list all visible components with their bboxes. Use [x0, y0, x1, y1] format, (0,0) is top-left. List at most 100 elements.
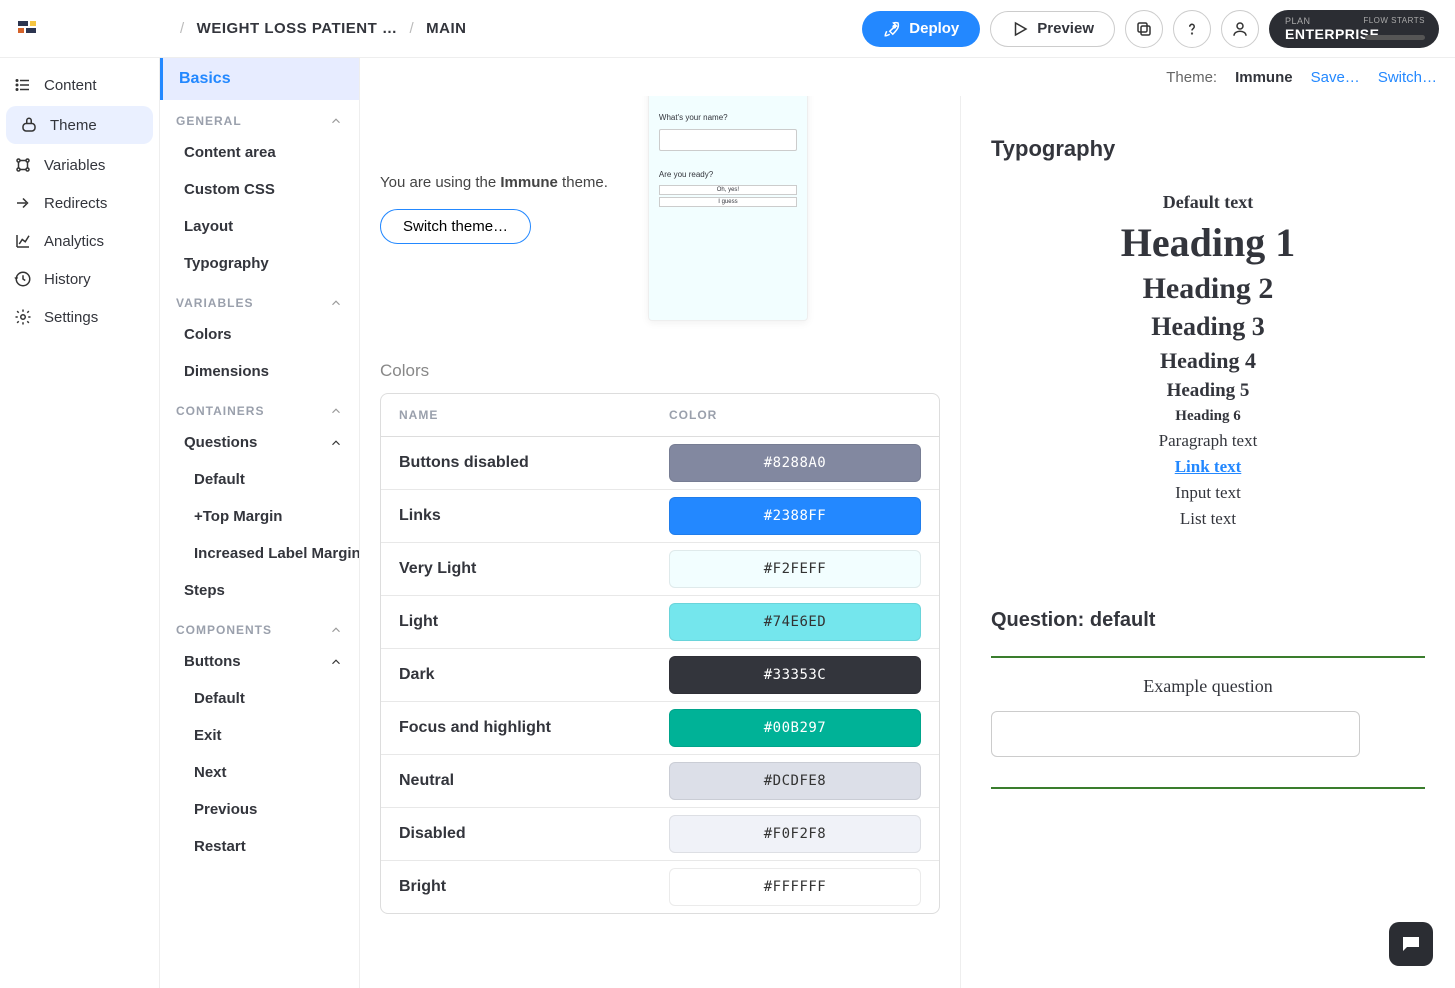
subnav-layout[interactable]: Layout [160, 208, 359, 245]
color-swatch[interactable]: #DCDFE8 [669, 762, 921, 800]
subnav-section-components[interactable]: COMPONENTS [160, 609, 359, 643]
plan-pill[interactable]: PLAN ENTERPRISE FLOW STARTS [1269, 10, 1439, 48]
question-input[interactable] [991, 711, 1360, 757]
color-swatch[interactable]: #8288A0 [669, 444, 921, 482]
breadcrumb-branch[interactable]: MAIN [426, 20, 466, 37]
color-swatch[interactable]: #F2FEFF [669, 550, 921, 588]
breadcrumb-sep: / [409, 20, 414, 37]
subnav-questions-labelmargin[interactable]: Increased Label Margin [160, 535, 359, 572]
breadcrumb-sep: / [180, 20, 185, 37]
color-swatch[interactable]: #F0F2F8 [669, 815, 921, 853]
subnav-typography[interactable]: Typography [160, 245, 359, 282]
color-swatch[interactable]: #2388FF [669, 497, 921, 535]
color-swatch[interactable]: #00B297 [669, 709, 921, 747]
question-label: Example question [991, 676, 1425, 697]
subnav-section-containers[interactable]: CONTAINERS [160, 390, 359, 424]
typo-input: Input text [991, 483, 1425, 503]
colors-table: NAME COLOR Buttons disabled #8288A0Links… [380, 393, 940, 914]
subnav-section-variables[interactable]: VARIABLES [160, 282, 359, 316]
subnav-buttons[interactable]: Buttons [160, 643, 359, 680]
section-label: GENERAL [176, 114, 242, 128]
list-icon [14, 76, 32, 94]
typo-link[interactable]: Link text [991, 457, 1425, 477]
color-row[interactable]: Very Light #F2FEFF [381, 543, 939, 596]
gear-icon [14, 308, 32, 326]
typo-h6: Heading 6 [991, 408, 1425, 425]
color-row[interactable]: Neutral #DCDFE8 [381, 755, 939, 808]
subnav-section-general[interactable]: GENERAL [160, 100, 359, 134]
theme-switch[interactable]: Switch… [1378, 69, 1437, 86]
app-logo[interactable] [16, 17, 40, 41]
color-row[interactable]: Buttons disabled #8288A0 [381, 437, 939, 490]
chat-icon [1399, 932, 1423, 956]
color-row[interactable]: Light #74E6ED [381, 596, 939, 649]
color-swatch[interactable]: #74E6ED [669, 603, 921, 641]
breadcrumb-project[interactable]: WEIGHT LOSS PATIENT … [197, 20, 398, 37]
subnav-buttons-default[interactable]: Default [160, 680, 359, 717]
color-row[interactable]: Links #2388FF [381, 490, 939, 543]
theme-name: Immune [1235, 69, 1293, 86]
subnav-colors[interactable]: Colors [160, 316, 359, 353]
subnav-buttons-exit[interactable]: Exit [160, 717, 359, 754]
rocket-icon [883, 20, 901, 38]
nav-redirects[interactable]: Redirects [0, 184, 159, 222]
color-name: Neutral [399, 772, 669, 790]
deploy-label: Deploy [909, 20, 959, 37]
nav-label: Redirects [44, 195, 107, 212]
theme-save[interactable]: Save… [1311, 69, 1360, 86]
subnav-questions[interactable]: Questions [160, 424, 359, 461]
nav-label: Theme [50, 117, 97, 134]
chat-widget[interactable] [1389, 922, 1433, 966]
preview-button[interactable]: Preview [990, 11, 1115, 47]
color-row[interactable]: Disabled #F0F2F8 [381, 808, 939, 861]
nav-theme[interactable]: Theme [6, 106, 153, 144]
copy-button[interactable] [1125, 10, 1163, 48]
preview-text: Are you ready? [659, 169, 797, 180]
nav-variables[interactable]: Variables [0, 146, 159, 184]
nav-settings[interactable]: Settings [0, 298, 159, 336]
nav-analytics[interactable]: Analytics [0, 222, 159, 260]
breadcrumb: / WEIGHT LOSS PATIENT … / MAIN [180, 20, 466, 37]
right-column: Typography Default text Heading 1 Headin… [960, 96, 1455, 988]
theme-subnav: Basics GENERAL Content area Custom CSS L… [160, 58, 360, 988]
subnav-basics[interactable]: Basics [160, 58, 359, 100]
color-swatch[interactable]: #33353C [669, 656, 921, 694]
deploy-button[interactable]: Deploy [862, 11, 980, 47]
typo-h3: Heading 3 [991, 312, 1425, 342]
chevron-up-icon [329, 404, 343, 418]
help-button[interactable] [1173, 10, 1211, 48]
color-row[interactable]: Focus and highlight #00B297 [381, 702, 939, 755]
nav-history[interactable]: History [0, 260, 159, 298]
subnav-questions-topmargin[interactable]: +Top Margin [160, 498, 359, 535]
preview-label: Preview [1037, 20, 1094, 37]
subnav-dimensions[interactable]: Dimensions [160, 353, 359, 390]
color-row[interactable]: Dark #33353C [381, 649, 939, 702]
subnav-content-area[interactable]: Content area [160, 134, 359, 171]
switch-theme-button[interactable]: Switch theme… [380, 209, 531, 244]
typo-list: List text [991, 509, 1425, 529]
color-swatch[interactable]: #FFFFFF [669, 868, 921, 906]
typo-h5: Heading 5 [991, 380, 1425, 402]
color-row[interactable]: Bright #FFFFFF [381, 861, 939, 913]
color-name: Dark [399, 666, 669, 684]
chevron-up-icon [329, 296, 343, 310]
color-name: Light [399, 613, 669, 631]
chevron-up-icon [329, 655, 343, 669]
color-name: Bright [399, 878, 669, 896]
history-icon [14, 270, 32, 288]
subnav-buttons-previous[interactable]: Previous [160, 791, 359, 828]
top-bar: / WEIGHT LOSS PATIENT … / MAIN Deploy Pr… [0, 0, 1455, 58]
typo-h4: Heading 4 [991, 348, 1425, 374]
subnav-custom-css[interactable]: Custom CSS [160, 171, 359, 208]
subnav-steps[interactable]: Steps [160, 572, 359, 609]
variables-icon [14, 156, 32, 174]
subnav-buttons-restart[interactable]: Restart [160, 828, 359, 865]
account-button[interactable] [1221, 10, 1259, 48]
subnav-buttons-next[interactable]: Next [160, 754, 359, 791]
col-color-header: COLOR [669, 408, 717, 422]
typo-h2: Heading 2 [991, 272, 1425, 306]
typo-default: Default text [991, 192, 1425, 213]
nav-content[interactable]: Content [0, 66, 159, 104]
redirect-icon [14, 194, 32, 212]
subnav-questions-default[interactable]: Default [160, 461, 359, 498]
